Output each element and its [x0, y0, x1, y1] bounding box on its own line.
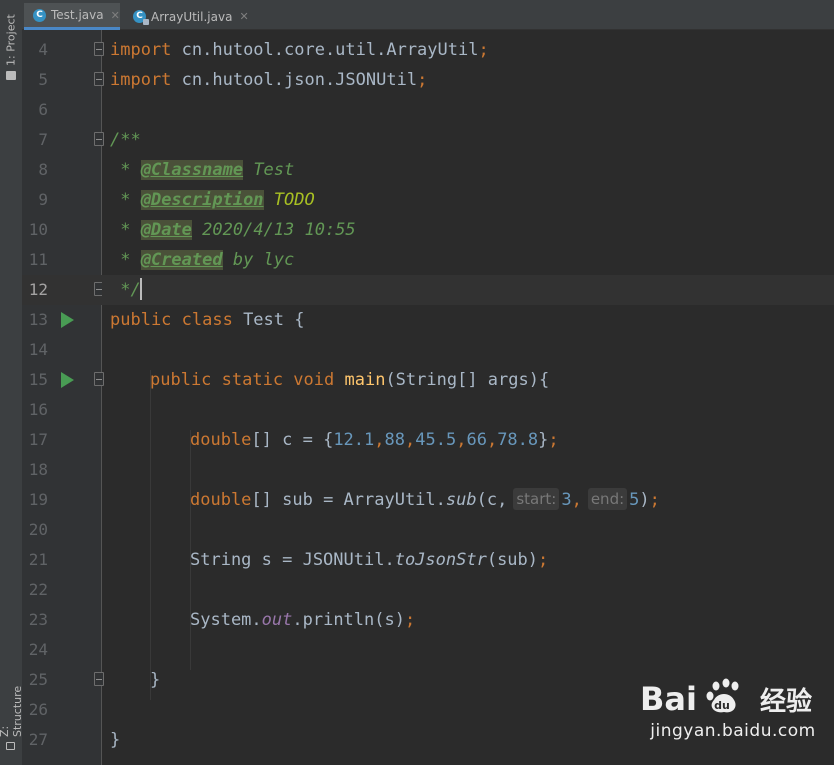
left-tool-strip: 1: Project Z: Structure	[0, 0, 24, 765]
gutter-line: 24	[22, 635, 102, 665]
gutter-line: 6	[22, 95, 102, 125]
code-line-15: public static void main(String[] args){	[150, 370, 550, 390]
line-number: 14	[28, 340, 48, 359]
gutter-line: 11	[22, 245, 102, 275]
svg-text:Bai: Bai	[640, 680, 697, 718]
code-line-17: double[] c = {12.1,88,45.5,66,78.8};	[190, 430, 559, 450]
gutter-line: 16	[22, 395, 102, 425]
code-line-11: * @Created by lyc	[110, 250, 295, 270]
project-tool-label: 1: Project	[4, 14, 18, 66]
gutter-line: 23	[22, 605, 102, 635]
line-number: 20	[28, 520, 48, 539]
line-number: 7	[38, 130, 48, 149]
line-number: 25	[28, 670, 48, 689]
line-number: 4	[38, 40, 48, 59]
line-number: 24	[28, 640, 48, 659]
baidu-logo: Bai du 经验	[640, 678, 812, 718]
code-line-12-current: */	[102, 275, 834, 305]
line-number: 27	[28, 730, 48, 749]
baidu-jingyan-watermark: Bai du 经验 jingyan.baidu.com	[638, 676, 828, 758]
close-icon[interactable]: ✕	[111, 9, 120, 22]
line-number: 8	[38, 160, 48, 179]
line-number: 18	[28, 460, 48, 479]
line-number: 10	[28, 220, 48, 239]
gutter-line: 4	[22, 35, 104, 65]
tab-arrayutil-java[interactable]: C ArrayUtil.java ✕	[124, 3, 250, 30]
svg-text:经验: 经验	[760, 686, 812, 717]
gutter-line: 13	[22, 305, 102, 335]
line-number: 13	[28, 310, 48, 329]
run-class-icon[interactable]	[61, 312, 74, 328]
line-number: 22	[28, 580, 48, 599]
gutter-line: 25	[22, 665, 104, 695]
watermark-url: jingyan.baidu.com	[650, 721, 816, 741]
editor-tab-bar: C Test.java ✕ C ArrayUtil.java ✕	[22, 0, 834, 30]
code-line-23: System.out.println(s);	[190, 610, 416, 630]
line-number: 15	[28, 370, 48, 389]
line-number: 5	[38, 70, 48, 89]
line-number: 23	[28, 610, 48, 629]
tab-test-java[interactable]: C Test.java ✕	[24, 3, 120, 30]
code-line-9: * @Description TODO	[110, 190, 315, 210]
gutter-line: 20	[22, 515, 102, 545]
line-number: 9	[38, 190, 48, 209]
code-editor[interactable]: import cn.hutool.core.util.ArrayUtil; im…	[102, 30, 834, 765]
gutter-line: 10	[22, 215, 102, 245]
gutter-line: 21	[22, 545, 102, 575]
code-line-4: import cn.hutool.core.util.ArrayUtil;	[110, 40, 489, 60]
run-main-icon[interactable]	[61, 372, 74, 388]
gutter-line: 9	[22, 185, 102, 215]
line-number: 21	[28, 550, 48, 569]
folder-icon	[6, 71, 16, 80]
line-number: 16	[28, 400, 48, 419]
param-hint-end: end:	[587, 488, 628, 510]
java-class-icon: C	[133, 10, 149, 25]
code-line-8: * @Classname Test	[110, 160, 295, 180]
gutter-line: 27	[22, 725, 102, 755]
gutter-line: 15	[22, 365, 104, 395]
java-class-icon: C	[33, 8, 46, 22]
structure-tool-tab[interactable]: Z: Structure	[0, 676, 24, 750]
structure-tool-label: Z: Structure	[0, 685, 24, 737]
gutter-line: 26	[22, 695, 102, 725]
gutter-line: 22	[22, 575, 102, 605]
code-line-7: /**	[110, 130, 141, 150]
text-caret	[139, 278, 142, 300]
param-hint-start: start:	[513, 488, 560, 510]
line-number: 19	[28, 490, 48, 509]
gutter-line: 5	[22, 65, 104, 95]
project-tool-tab[interactable]: 1: Project	[2, 10, 20, 80]
gutter-line: 18	[22, 455, 102, 485]
structure-icon	[6, 741, 16, 750]
code-line-10: * @Date 2020/4/13 10:55	[110, 220, 356, 240]
code-line-13: public class Test {	[110, 310, 305, 330]
line-number: 12	[28, 280, 48, 299]
editor-gutter: 4 5 6 7 8 9 10 11 12 13 14 15 16 17 18 1…	[22, 30, 104, 765]
indent-guide	[150, 370, 151, 700]
line-number: 11	[28, 250, 48, 269]
close-icon[interactable]: ✕	[239, 10, 248, 23]
line-number: 26	[28, 700, 48, 719]
tab-label: ArrayUtil.java	[151, 9, 233, 24]
code-line-19: double[] sub = ArrayUtil.sub(c, start: 3, e…	[190, 488, 660, 510]
tab-label: Test.java	[51, 8, 104, 22]
code-line-5: import cn.hutool.json.JSONUtil;	[110, 70, 428, 90]
gutter-line: 17	[22, 425, 102, 455]
svg-text:du: du	[714, 699, 730, 712]
gutter-line: 14	[22, 335, 102, 365]
gutter-line: 7	[22, 125, 104, 155]
gutter-line-current: 12	[22, 275, 104, 305]
line-number: 6	[38, 100, 48, 119]
gutter-line: 19	[22, 485, 102, 515]
gutter-line: 8	[22, 155, 102, 185]
line-number: 17	[28, 430, 48, 449]
code-line-21: String s = JSONUtil.toJsonStr(sub);	[190, 550, 549, 570]
